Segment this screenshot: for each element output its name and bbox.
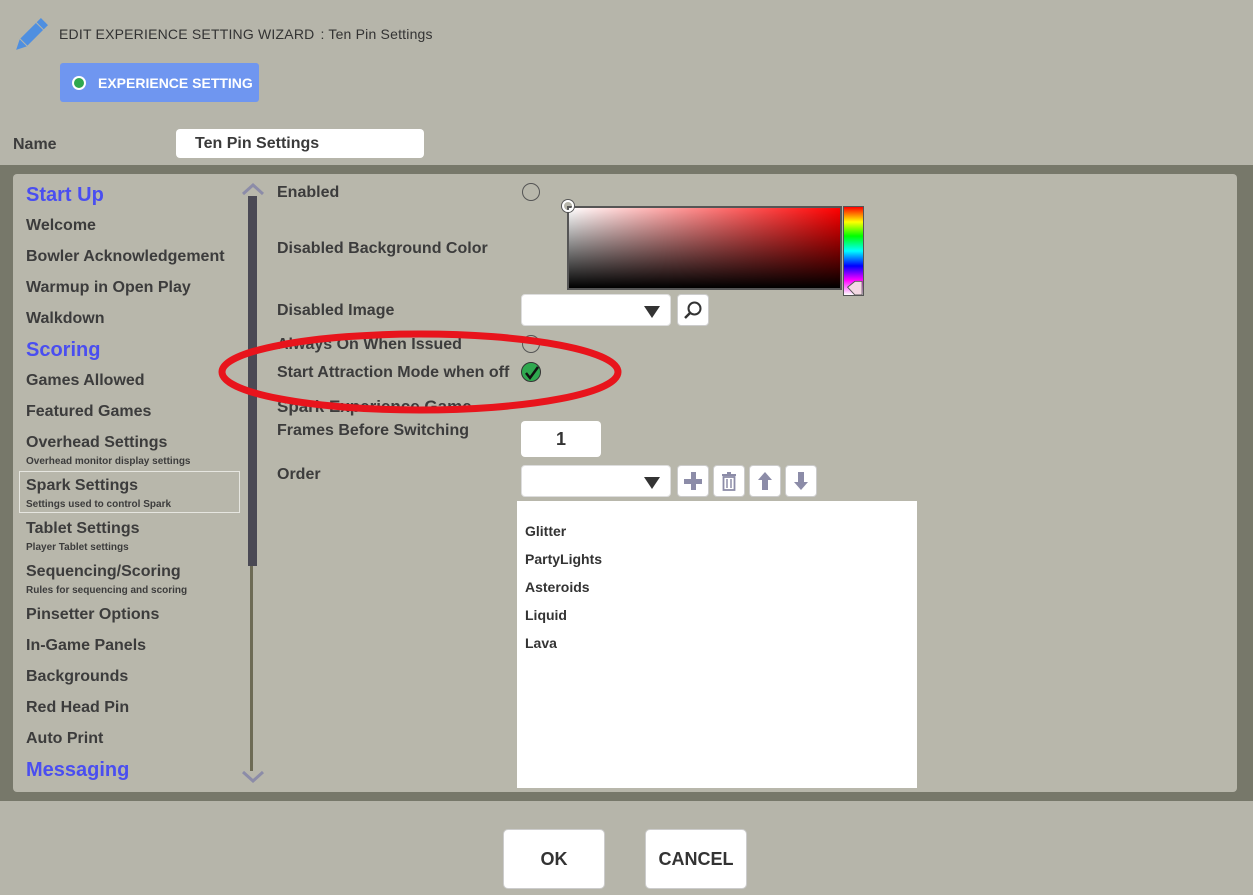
tab-radio-icon [72, 75, 86, 90]
sidebar-item-spark-settings[interactable]: Spark Settings [26, 477, 138, 495]
sidebar-item-overhead-settings[interactable]: Overhead Settings [26, 434, 167, 452]
chevron-down-icon [644, 477, 660, 489]
enabled-label: Enabled [277, 184, 340, 201]
frames-input[interactable]: 1 [521, 421, 601, 457]
sidebar-heading-scoring[interactable]: Scoring [26, 339, 100, 362]
sidebar-item-walkdown[interactable]: Walkdown [26, 310, 105, 328]
arrow-down-icon [794, 472, 808, 490]
sidebar-item-welcome[interactable]: Welcome [26, 217, 96, 235]
disabled-image-select[interactable] [521, 294, 671, 326]
pencil-icon [16, 18, 48, 50]
sidebar-item-warmup-in-open-play[interactable]: Warmup in Open Play [26, 279, 191, 297]
sidebar-item-backgrounds[interactable]: Backgrounds [26, 668, 128, 686]
scroll-up-icon[interactable] [241, 181, 265, 197]
list-item[interactable]: Glitter [525, 523, 566, 539]
sidebar-item-description: Rules for sequencing and scoring [26, 585, 188, 596]
order-select[interactable] [521, 465, 671, 497]
chevron-down-icon [644, 306, 660, 318]
annotation-ellipse [218, 330, 622, 414]
wizard-title: EDIT EXPERIENCE SETTING WIZARD: Ten Pin … [59, 26, 433, 42]
add-order-button[interactable] [677, 465, 709, 497]
name-input[interactable]: Ten Pin Settings [176, 129, 424, 158]
order-label: Order [277, 466, 321, 483]
tab-experience-setting[interactable]: EXPERIENCE SETTING [60, 63, 259, 102]
ok-button[interactable]: OK [503, 829, 605, 889]
sidebar-item-pinsetter-options[interactable]: Pinsetter Options [26, 606, 159, 624]
disabled-image-label: Disabled Image [277, 302, 395, 319]
sidebar-heading-messaging[interactable]: Messaging [26, 759, 129, 782]
sidebar-item-featured-games[interactable]: Featured Games [26, 403, 151, 421]
move-down-button[interactable] [785, 465, 817, 497]
enabled-radio[interactable] [522, 183, 540, 201]
scroll-down-icon[interactable] [241, 769, 265, 785]
order-list[interactable]: Glitter PartyLights Asteroids Liquid Lava [517, 501, 917, 788]
name-label: Name [13, 136, 57, 153]
plus-icon [684, 472, 702, 490]
list-item[interactable]: Lava [525, 635, 557, 651]
list-item[interactable]: PartyLights [525, 551, 602, 567]
search-image-button[interactable] [677, 294, 709, 326]
sidebar-item-description: Overhead monitor display settings [26, 456, 191, 467]
sidebar-item-sequencing-scoring[interactable]: Sequencing/Scoring [26, 563, 181, 581]
sidebar-item-description: Settings used to control Spark [26, 499, 172, 510]
color-picker-hue[interactable] [843, 206, 864, 296]
arrow-up-icon [758, 472, 772, 490]
sidebar-item-bowler-acknowledgement[interactable]: Bowler Acknowledgement [26, 248, 225, 266]
color-picker-saturation[interactable] [567, 206, 842, 290]
sidebar-heading-start-up[interactable]: Start Up [26, 184, 104, 207]
tab-label: EXPERIENCE SETTING [98, 74, 253, 91]
sidebar-item-tablet-settings[interactable]: Tablet Settings [26, 520, 140, 538]
sidebar-item-description: Player Tablet settings [26, 542, 129, 553]
frames-label: Frames Before Switching [277, 422, 470, 439]
sidebar-item-in-game-panels[interactable]: In-Game Panels [26, 637, 146, 655]
delete-order-button[interactable] [713, 465, 745, 497]
list-item[interactable]: Asteroids [525, 579, 590, 595]
list-item[interactable]: Liquid [525, 607, 567, 623]
sidebar-item-auto-print[interactable]: Auto Print [26, 730, 103, 748]
move-up-button[interactable] [749, 465, 781, 497]
color-picker-cursor[interactable] [562, 200, 574, 212]
disabled-bg-color-label: Disabled Background Color [277, 240, 488, 257]
sidebar-item-red-head-pin[interactable]: Red Head Pin [26, 699, 129, 717]
cancel-button[interactable]: CANCEL [645, 829, 747, 889]
magnifier-icon [684, 301, 702, 319]
trash-icon [722, 472, 736, 491]
sidebar-item-games-allowed[interactable]: Games Allowed [26, 372, 145, 390]
